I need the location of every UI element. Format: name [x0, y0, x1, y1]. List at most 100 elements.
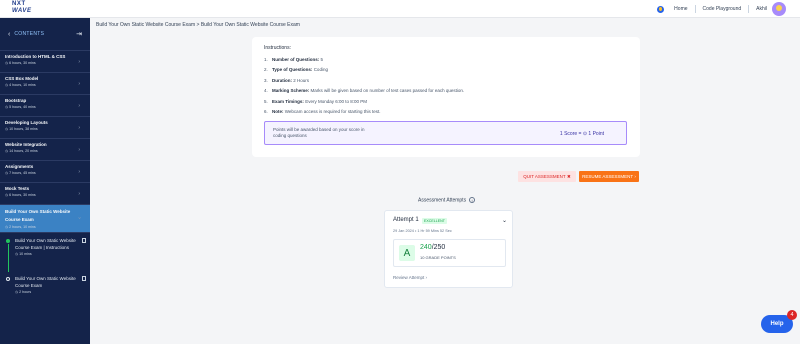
sidebar-item-active[interactable]: Build Your Own Static Website Course Exa…: [0, 205, 90, 233]
back-chevron-icon[interactable]: ‹: [8, 31, 10, 38]
document-icon: [82, 238, 86, 243]
instruction-item: 1. Number of Questions: 5: [264, 57, 464, 67]
sidebar-item-label: Build Your Own Static Website Course Exa…: [5, 209, 71, 222]
instruction-item: 2. Type of Questions: Coding: [264, 67, 464, 77]
avatar[interactable]: [772, 2, 786, 16]
sidebar-item-label: Developing Layouts: [5, 120, 48, 125]
breadcrumb[interactable]: Build Your Own Static Website Course Exa…: [96, 22, 300, 28]
sidebar-subitem-label: Build Your Own Static Website Course Exa…: [15, 276, 76, 288]
sidebar-header: ‹ CONTENTS ⇥: [0, 18, 90, 51]
attempts-heading: Assessment Attempts i: [418, 197, 476, 203]
attempt-card: Attempt 1 EXCELLENT ⌄ 29 Jan 2024 • 1 Hr…: [384, 210, 513, 288]
sidebar-subitem-instructions[interactable]: Build Your Own Static Website Course Exa…: [0, 233, 90, 272]
instruction-number: 2.: [264, 67, 268, 73]
sidebar-item-label: Mock Tests: [5, 186, 30, 191]
top-bar: NXT WAVE Home Code Playground Akhil: [0, 0, 800, 18]
chevron-right-icon: ›: [78, 169, 80, 175]
instruction-number: 3.: [264, 77, 268, 83]
sidebar-item[interactable]: Mock Tests 6 hours, 30 mins›: [0, 183, 90, 205]
chevron-down-icon: ›: [76, 217, 83, 219]
sidebar-item-duration: 6 hours, 30 mins: [5, 193, 85, 197]
instruction-label: Type of Questions:: [272, 67, 313, 73]
sidebar-item-label: CSS Box Model: [5, 76, 39, 81]
grade-points: 10 GRADE POINTS: [420, 255, 456, 260]
sidebar-item-label: Introduction to HTML & CSS: [5, 54, 66, 59]
info-icon[interactable]: i: [469, 197, 476, 203]
sidebar-item[interactable]: CSS Box Model 4 hours, 10 mins›: [0, 73, 90, 95]
instruction-value: Webcam access is required for starting t…: [284, 108, 381, 114]
notification-badge: 4: [787, 310, 797, 320]
chevron-right-icon: ›: [78, 147, 80, 153]
instruction-number: 5.: [264, 98, 268, 104]
nav-code-playground[interactable]: Code Playground: [703, 6, 742, 12]
chevron-right-icon: ›: [634, 174, 636, 179]
sidebar-item[interactable]: Assignments 7 hours, 45 mins›: [0, 161, 90, 183]
instruction-item: 3. Duration: 2 Hours: [264, 78, 464, 88]
score-number: 240: [420, 244, 432, 251]
sidebar: ‹ CONTENTS ⇥ Introduction to HTML & CSS 6…: [0, 18, 90, 344]
chevron-right-icon: ›: [78, 191, 80, 197]
instruction-label: Exam Timings:: [272, 98, 304, 104]
sidebar-item-label: Website Integration: [5, 142, 47, 147]
chevron-down-icon[interactable]: ⌄: [502, 217, 507, 224]
sidebar-item[interactable]: Bootstrap 5 hours, 40 mins›: [0, 95, 90, 117]
nav-home[interactable]: Home: [674, 6, 687, 12]
review-label: Review Attempt: [393, 275, 425, 280]
score-rule: 1 Score = ⊙ 1 Point: [559, 131, 604, 137]
completed-dot-icon: [6, 239, 10, 243]
score-total: /250: [431, 244, 446, 251]
sidebar-item-duration: 7 hours, 45 mins: [5, 171, 85, 175]
instruction-value: Coding: [313, 67, 328, 73]
points-notice: Points will be awarded based on your sco…: [264, 121, 627, 145]
instruction-number: 6.: [264, 108, 268, 114]
instruction-item: 5. Exam Timings: Every Monday 6:00 to 8:0…: [264, 99, 464, 109]
chevron-right-icon: ›: [425, 275, 428, 280]
resume-assessment-button[interactable]: RESUME ASSESSMENT ›: [579, 171, 639, 182]
instruction-value: Every Monday 6:00 to 8:00 PM: [305, 98, 367, 104]
sidebar-item-label: Assignments: [5, 164, 34, 169]
sidebar-subitem-duration: 2 hours: [15, 290, 84, 294]
chevron-right-icon: ›: [78, 125, 80, 131]
chevron-right-icon: ›: [78, 81, 80, 87]
instruction-label: Marking Scheme:: [272, 88, 310, 94]
instructions-heading: Instructions:: [264, 45, 291, 51]
instructions-panel: Instructions: 1. Number of Questions: 5 2.…: [252, 37, 640, 157]
sidebar-item-duration: 5 hours, 40 mins: [5, 105, 85, 109]
sidebar-item[interactable]: Website Integration 14 hours, 20 mins›: [0, 139, 90, 161]
instruction-item: 6. Note: Webcam access is required for st…: [264, 109, 464, 119]
instruction-value: Marks will be given based on number of t…: [310, 88, 465, 94]
sidebar-item-duration: 2 hours, 10 mins: [5, 225, 85, 229]
instruction-label: Number of Questions:: [272, 57, 320, 62]
sidebar-subitem-label: Build Your Own Static Website Course Exa…: [15, 238, 76, 250]
language-icon[interactable]: [657, 5, 665, 13]
collapse-sidebar-icon[interactable]: ⇥: [76, 30, 82, 38]
sidebar-item-duration: 4 hours, 10 mins: [5, 83, 85, 87]
status-badge: EXCELLENT: [422, 218, 447, 224]
grade-badge: A: [399, 245, 415, 261]
sidebar-item[interactable]: Developing Layouts 10 hours, 38 mins›: [0, 117, 90, 139]
sidebar-subitem-exam[interactable]: Build Your Own Static Website Course Exa…: [0, 271, 90, 309]
attempt-date: 29 Jan 2024 • 1 Hr 59 Mins 52 Sec: [393, 229, 452, 233]
score-box: A 240/250 10 GRADE POINTS: [393, 239, 506, 267]
code-icon: [82, 276, 86, 281]
sidebar-item-label: Bootstrap: [5, 98, 27, 103]
instruction-value: 2 Hours: [293, 77, 310, 83]
pending-dot-icon: [6, 277, 10, 281]
user-name[interactable]: Akhil: [756, 6, 767, 12]
close-icon: ✖: [566, 173, 571, 179]
notice-text: Points will be awarded based on your sco…: [273, 127, 365, 138]
sidebar-item-duration: 10 hours, 38 mins: [5, 127, 85, 131]
sidebar-item-duration: 6 hours, 30 mins: [5, 61, 85, 65]
sidebar-item-duration: 14 hours, 20 mins: [5, 149, 85, 153]
quit-label: QUIT ASSESSMENT: [523, 174, 566, 179]
sidebar-title: CONTENTS: [14, 31, 45, 37]
top-nav: Home Code Playground Akhil: [657, 0, 786, 18]
chevron-right-icon: ›: [78, 59, 80, 65]
resume-label: RESUME ASSESSMENT: [582, 174, 634, 179]
review-attempt-link[interactable]: Review Attempt ›: [393, 275, 427, 280]
quit-assessment-button[interactable]: QUIT ASSESSMENT ✖: [518, 171, 576, 182]
sidebar-item[interactable]: Introduction to HTML & CSS 6 hours, 30 mi…: [0, 51, 90, 73]
instruction-number: 4.: [264, 88, 268, 94]
chevron-right-icon: ›: [78, 103, 80, 109]
logo[interactable]: NXT WAVE: [12, 1, 32, 15]
